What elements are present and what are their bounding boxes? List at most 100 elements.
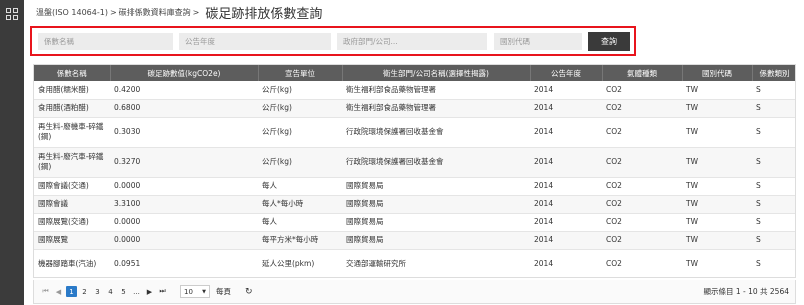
table-cell: S [752,147,795,178]
left-sidebar [0,0,24,305]
filter-panel: 查詢 [30,26,636,56]
table-cell: CO2 [602,249,682,277]
table-cell: S [752,81,795,100]
page-button[interactable]: 2 [79,286,90,297]
record-count: 顯示條目 1 - 10 共 2564 [703,287,789,296]
table-row[interactable]: 再生料-廢機車-碎鐵(鋼) 0.3030 公斤(kg) 行政院環境保護署回收基金會 20… [34,117,795,148]
table-cell: 0.0000 [110,213,258,232]
breadcrumb-item-database[interactable]: 碳排係數資料庫查詢 [119,7,191,18]
table-cell: 2014 [530,249,602,277]
table-cell: 公斤(kg) [258,147,342,178]
page-button[interactable]: 3 [92,286,103,297]
table-header-row: 係數名稱 碳足跡數值(kgCO2e) 宣告單位 衛生部門/公司名稱(選擇性揭露)… [34,65,795,81]
page-size-select[interactable]: 10 ▼ [180,285,210,298]
prev-page-button[interactable]: ◀ [53,286,64,297]
table-cell: 0.4200 [110,81,258,100]
next-page-button[interactable]: ▶ [144,286,155,297]
page-title: 碳足跡排放係數查詢 [205,6,323,22]
last-page-button[interactable]: ⏭ [157,286,168,297]
department-input[interactable] [337,33,487,50]
table-cell: 再生料-廢機車-碎鐵(鋼) [34,117,110,148]
table-row[interactable]: 國際會議(交通) 0.0000 每人 國際貿易局 2014 CO2 TW S [34,177,795,196]
table-cell: TW [682,147,752,178]
grid-menu-icon[interactable] [6,8,18,20]
table-cell: TW [682,81,752,100]
table-cell: 0.6800 [110,99,258,118]
table-cell: 0.3270 [110,147,258,178]
table-cell: TW [682,99,752,118]
breadcrumb-separator: > [109,7,117,17]
column-header[interactable]: 衛生部門/公司名稱(選擇性揭露) [342,65,531,81]
table-cell: 國際展覽 [34,231,110,250]
table-cell: 國際貿易局 [342,177,530,196]
table-cell: 3.3100 [110,195,258,214]
table-cell: 國際展覽(交通) [34,213,110,232]
table-cell: 食用醋(酒粕醋) [34,99,110,118]
table-row[interactable]: 食用醋(酒粕醋) 0.6800 公斤(kg) 衛生福利部食品藥物管理署 2014 CO2 T… [34,99,795,118]
table-cell: S [752,117,795,148]
table-cell: 2014 [530,195,602,214]
table-cell: S [752,213,795,232]
table-cell: CO2 [602,147,682,178]
table-cell: 再生料-廢汽車-碎鐵(鋼) [34,147,110,178]
table-cell: S [752,195,795,214]
table-cell: TW [682,213,752,232]
table-cell: S [752,177,795,196]
page-button[interactable]: 1 [66,286,77,297]
table-row[interactable]: 國際展覽 0.0000 每平方米*每小時 國際貿易局 2014 CO2 TW S [34,231,795,250]
column-header[interactable]: 碳足跡數值(kgCO2e) [110,65,259,81]
table-row[interactable]: 機器腳踏車(汽油) 0.0951 延人公里(pkm) 交通部運輸研究所 2014 CO2 T… [34,249,795,277]
table-cell: 國際貿易局 [342,195,530,214]
table-cell: 國際會議 [34,195,110,214]
table-cell: CO2 [602,177,682,196]
country-code-input[interactable] [494,33,582,50]
table-cell: 0.0000 [110,177,258,196]
page-button[interactable]: 4 [105,286,116,297]
table-cell: 交通部運輸研究所 [342,249,530,277]
table-cell: 國際貿易局 [342,213,530,232]
table-cell: 每人*每小時 [258,195,342,214]
table-cell: TW [682,117,752,148]
table-cell: S [752,249,795,277]
column-header[interactable]: 氣體種類 [602,65,683,81]
refresh-icon[interactable]: ↻ [245,287,253,297]
column-header[interactable]: 國別代碼 [682,65,753,81]
table-cell: TW [682,195,752,214]
coefficient-name-input[interactable] [38,33,173,50]
pagination-bar: ⏮ ◀ 1 2 3 4 5 ... ▶ ⏭ 10 ▼ 每頁 ↻ 顯示條目 1 -… [33,280,796,304]
table-cell: 衛生福利部食品藥物管理署 [342,99,530,118]
column-header[interactable]: 宣告單位 [258,65,343,81]
table-cell: 0.0000 [110,231,258,250]
table-cell: 0.0951 [110,249,258,277]
table-cell: 食用醋(糯米醋) [34,81,110,100]
table-cell: CO2 [602,117,682,148]
column-header[interactable]: 係數類別 [752,65,795,81]
page-ellipsis[interactable]: ... [131,286,142,297]
table-row[interactable]: 國際會議 3.3100 每人*每小時 國際貿易局 2014 CO2 TW S [34,195,795,214]
table-cell: 公斤(kg) [258,99,342,118]
first-page-button[interactable]: ⏮ [40,286,51,297]
table-cell: 2014 [530,177,602,196]
table-cell: CO2 [602,81,682,100]
column-header[interactable]: 公告年度 [530,65,603,81]
table-row[interactable]: 食用醋(糯米醋) 0.4200 公斤(kg) 衛生福利部食品藥物管理署 2014 CO2 T… [34,81,795,100]
table-cell: 公斤(kg) [258,117,342,148]
page-button[interactable]: 5 [118,286,129,297]
table-cell: S [752,231,795,250]
breadcrumb-item-inventory[interactable]: 溫盤(ISO 14064-1) [36,7,108,18]
table-cell: TW [682,231,752,250]
per-page-label: 每頁 [216,287,231,296]
table-cell: 每平方米*每小時 [258,231,342,250]
table-row[interactable]: 再生料-廢汽車-碎鐵(鋼) 0.3270 公斤(kg) 行政院環境保護署回收基金會 20… [34,147,795,178]
table-row[interactable]: 國際展覽(交通) 0.0000 每人 國際貿易局 2014 CO2 TW S [34,213,795,232]
table-cell: 0.3030 [110,117,258,148]
page-size-value: 10 [184,287,193,296]
table-cell: S [752,99,795,118]
query-button[interactable]: 查詢 [588,32,630,51]
table-cell: 2014 [530,231,602,250]
column-header[interactable]: 係數名稱 [34,65,111,81]
table-cell: CO2 [602,231,682,250]
table-cell: 國際貿易局 [342,231,530,250]
year-input[interactable] [179,33,331,50]
page-header: 溫盤(ISO 14064-1) > 碳排係數資料庫查詢 > 碳足跡排放係數查詢 [36,0,322,24]
